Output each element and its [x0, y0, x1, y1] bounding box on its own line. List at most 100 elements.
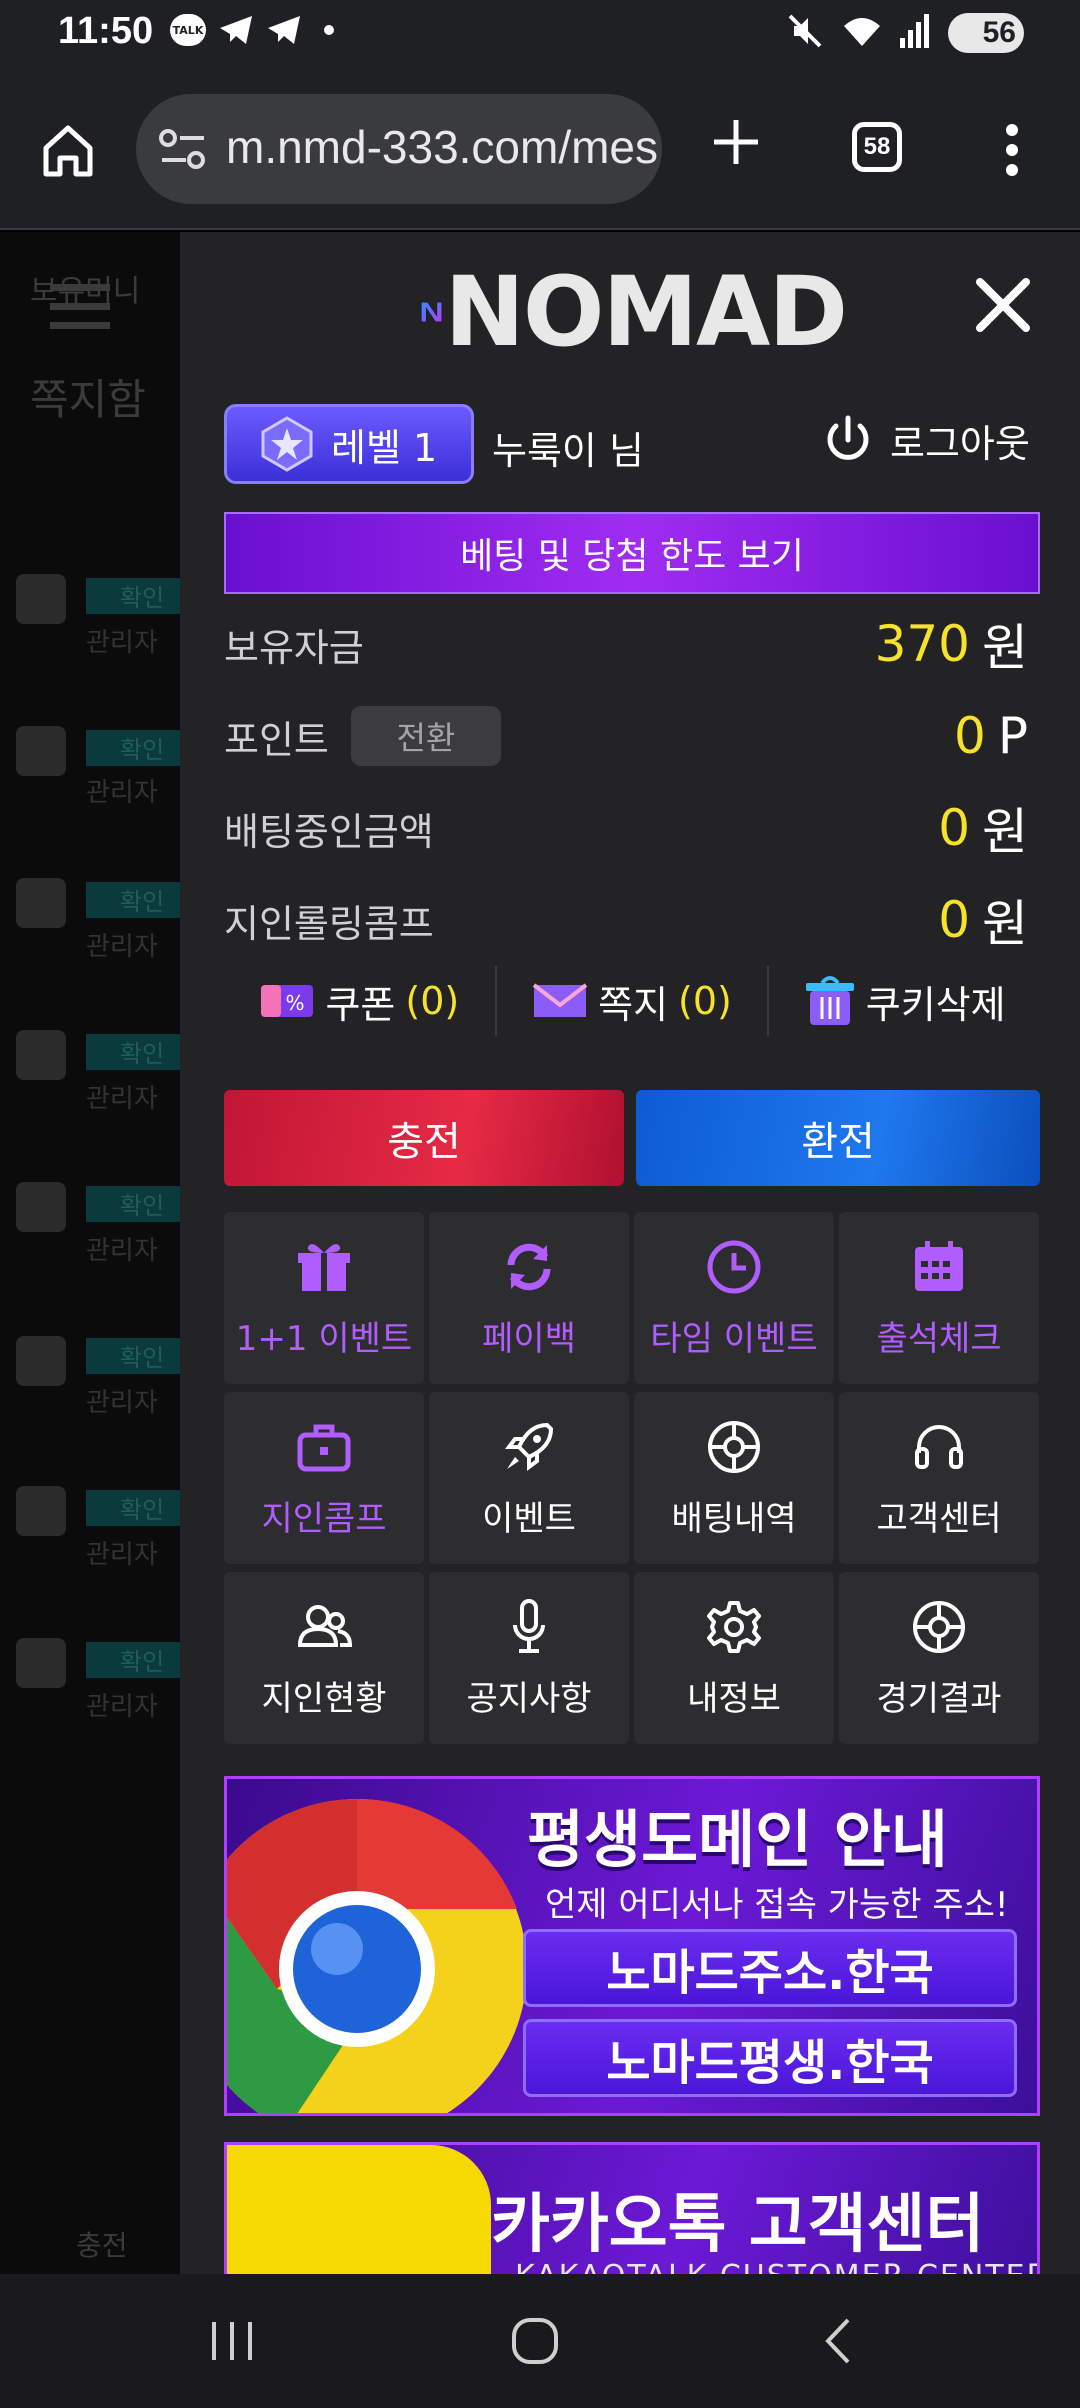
menu-tile-label: 공지사항	[466, 1678, 592, 1719]
close-icon[interactable]	[972, 274, 1034, 336]
logo-n-icon	[420, 301, 443, 323]
sender-label: 관리자	[86, 1084, 158, 1114]
level-badge: 레벨 1	[224, 404, 474, 484]
logout-button[interactable]: 로그아웃	[820, 412, 1030, 468]
rocket-icon	[505, 1422, 554, 1471]
svg-text:%: %	[286, 991, 305, 1015]
banner-subtitle: 언제 어디서나 접속 가능한 주소!	[545, 1885, 1009, 1925]
menu-tile-1plus1-event[interactable]: 1+1 이벤트	[224, 1212, 424, 1384]
menu-tile-bet-history[interactable]: 배팅내역	[634, 1392, 834, 1564]
inbox-title: 쪽지함	[30, 375, 146, 424]
kakaotalk-banner[interactable]: 카카오톡 고객센터 KAKAOTALK CUSTOMER CENTER	[224, 2142, 1040, 2274]
clock-icon	[707, 1240, 761, 1293]
home-nav-icon[interactable]	[510, 2314, 560, 2368]
read-badge: 확인	[86, 1490, 180, 1526]
sender-label: 관리자	[86, 778, 158, 808]
coupon-label: 쿠폰	[325, 982, 396, 1027]
balance-row: 보유자금 370 원	[224, 614, 1040, 677]
row-checkbox	[16, 1638, 66, 1688]
bottom-charge-label: 충전	[76, 2229, 128, 2262]
menu-tile-customer-center[interactable]: 고객센터	[839, 1392, 1039, 1564]
microphone-icon	[513, 1598, 545, 1653]
domain-banner[interactable]: 평생도메인 안내 언제 어디서나 접속 가능한 주소! 노마드주소.한국 노마드…	[224, 1776, 1040, 2116]
menu-tile-event[interactable]: 이벤트	[429, 1392, 629, 1564]
menu-tile-my-info[interactable]: 내정보	[634, 1572, 834, 1744]
recent-apps-icon[interactable]	[208, 2314, 256, 2368]
sender-label: 관리자	[86, 1236, 158, 1266]
quick-tools: % 쿠폰 (0) 쪽지 (0) 쿠키삭제	[224, 960, 1040, 1042]
balance-unit: 원	[982, 619, 1028, 677]
more-menu-icon[interactable]	[994, 120, 1030, 180]
notification-dot-icon	[324, 25, 334, 35]
point-label: 포인트	[224, 717, 329, 762]
point-row: 포인트 전환 0P	[224, 706, 1040, 766]
menu-tile-notice[interactable]: 공지사항	[429, 1572, 629, 1744]
menu-tile-match-results[interactable]: 경기결과	[839, 1572, 1039, 1744]
back-icon[interactable]	[818, 2314, 858, 2368]
read-badge: 확인	[86, 730, 180, 766]
banner-title: 평생도메인 안내	[527, 1803, 948, 1876]
coupon-count: (0)	[405, 979, 460, 1023]
betting-amount-row: 배팅중인금액 0원	[224, 798, 1040, 861]
point-value: 0	[954, 707, 986, 765]
charge-button[interactable]: 충전	[224, 1090, 624, 1186]
menu-tile-label: 출석체크	[876, 1318, 1002, 1359]
chrome-logo-icon	[227, 1798, 527, 2113]
tab-switcher-button[interactable]: 58	[852, 122, 902, 172]
balance-value: 370	[874, 615, 970, 673]
message-label: 쪽지	[598, 982, 669, 1027]
banner-title: 카카오톡 고객센터	[491, 2188, 985, 2262]
menu-tile-payback[interactable]: 페이백	[429, 1212, 629, 1384]
refresh-icon	[507, 1243, 551, 1290]
menu-tile-referral-status[interactable]: 지인현황	[224, 1572, 424, 1744]
menu-tile-referral-comp[interactable]: 지인콤프	[224, 1392, 424, 1564]
read-badge: 확인	[86, 1642, 180, 1678]
message-button[interactable]: 쪽지 (0)	[497, 974, 768, 1029]
status-time: 11:50	[58, 10, 154, 52]
banner-subtitle: KAKAOTALK CUSTOMER CENTER	[515, 2259, 1037, 2274]
point-convert-button[interactable]: 전환	[350, 706, 501, 766]
system-nav-bar	[0, 2274, 1080, 2408]
balance-label: 보유자금	[224, 625, 364, 670]
url-bar[interactable]: m.nmd-333.com/mes	[136, 94, 662, 204]
sender-label: 관리자	[86, 1388, 158, 1418]
menu-tile-time-event[interactable]: 타임 이벤트	[634, 1212, 834, 1384]
mute-icon	[786, 12, 824, 54]
signal-icon	[900, 14, 930, 52]
home-icon[interactable]	[38, 120, 98, 180]
rolling-comp-label: 지인롤링콤프	[224, 901, 434, 946]
betting-limit-button[interactable]: 베팅 및 당첨 한도 보기	[224, 512, 1040, 594]
rolling-comp-unit: 원	[982, 895, 1028, 953]
briefcase-icon	[297, 1424, 351, 1471]
browser-toolbar: m.nmd-333.com/mes 58	[0, 70, 1080, 230]
sender-label: 관리자	[86, 932, 158, 962]
users-icon	[297, 1604, 353, 1647]
read-badge: 확인	[86, 578, 180, 614]
sender-label: 관리자	[86, 1692, 158, 1722]
url-text[interactable]: m.nmd-333.com/mes	[226, 120, 658, 174]
telegram-icon	[266, 14, 302, 46]
row-checkbox	[16, 1182, 66, 1232]
site-settings-icon[interactable]	[158, 128, 208, 172]
menu-tile-label: 페이백	[482, 1318, 576, 1359]
logo-text: NOMAD	[444, 256, 848, 368]
coupon-button[interactable]: % 쿠폰 (0)	[224, 974, 495, 1029]
domain-link[interactable]: 노마드주소.한국	[523, 1929, 1017, 2007]
row-checkbox	[16, 1486, 66, 1536]
wifi-icon	[842, 14, 882, 52]
domain-link[interactable]: 노마드평생.한국	[523, 2019, 1017, 2097]
cookie-delete-button[interactable]: 쿠키삭제	[769, 973, 1040, 1029]
gift-icon	[298, 1243, 350, 1291]
trash-icon	[805, 976, 854, 1025]
nomad-logo: NOMAD	[416, 256, 848, 368]
logout-label: 로그아웃	[890, 421, 1030, 466]
calendar-icon	[915, 1240, 963, 1291]
betting-amount-value: 0	[938, 799, 970, 857]
battery-indicator: 56	[948, 13, 1024, 53]
menu-tile-label: 경기결과	[876, 1678, 1002, 1719]
exchange-button[interactable]: 환전	[636, 1090, 1040, 1186]
new-tab-icon[interactable]	[708, 114, 764, 170]
read-badge: 확인	[86, 882, 180, 918]
menu-tile-attendance[interactable]: 출석체크	[839, 1212, 1039, 1384]
kakaotalk-logo-icon	[227, 2145, 491, 2274]
